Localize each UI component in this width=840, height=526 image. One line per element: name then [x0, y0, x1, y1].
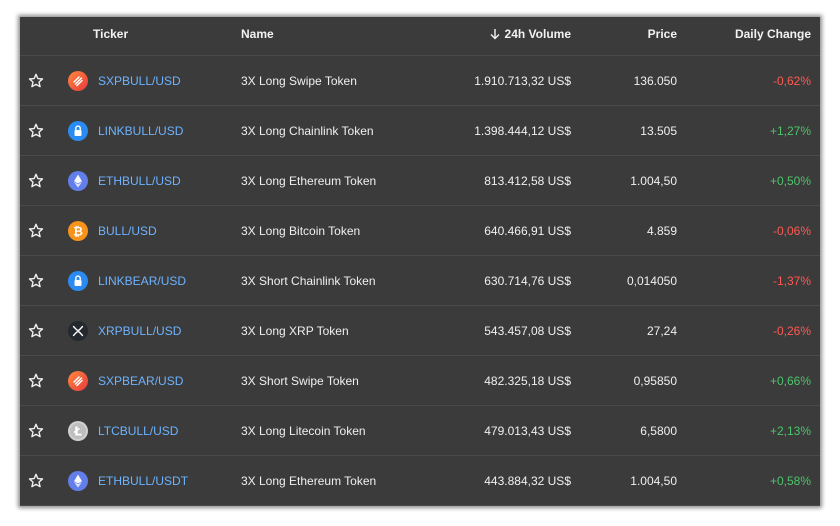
sort-descending-icon — [490, 29, 500, 40]
ticker-link[interactable]: ETHBULL/USDT — [98, 474, 188, 488]
svg-text:₿: ₿ — [73, 224, 83, 238]
daily-change-value: -0,62% — [772, 74, 811, 88]
ticker-link[interactable]: LTCBULL/USD — [98, 424, 178, 438]
table-row[interactable]: Ł LTCBULL/USD 3X Long Litecoin Token 479.01… — [20, 406, 820, 456]
daily-change-value: -1,37% — [772, 274, 811, 288]
table-row[interactable]: LINKBULL/USD 3X Long Chainlink Token 1.398… — [20, 106, 820, 156]
ticker-link[interactable]: SXPBULL/USD — [98, 74, 181, 88]
column-header-volume-label: 24h Volume — [504, 27, 571, 41]
price-value: 1.004,50 — [630, 174, 677, 188]
volume-value: 630.714,76 US$ — [484, 274, 571, 288]
column-header-ticker[interactable]: Ticker — [93, 27, 128, 41]
column-header-price[interactable]: Price — [648, 27, 677, 41]
ticker-link[interactable]: SXPBEAR/USD — [98, 374, 183, 388]
token-name: 3X Long Ethereum Token — [241, 474, 377, 488]
ticker-link[interactable]: LINKBULL/USD — [98, 124, 183, 138]
column-header-volume[interactable]: 24h Volume — [489, 27, 571, 41]
ticker-link[interactable]: ETHBULL/USD — [98, 174, 181, 188]
favorite-star-icon[interactable] — [28, 373, 44, 389]
daily-change-value: +1,27% — [769, 124, 811, 138]
bitcoin-icon: ₿ — [68, 221, 88, 241]
swipe-icon — [68, 371, 88, 391]
volume-value: 482.325,18 US$ — [484, 374, 571, 388]
table-row[interactable]: ₿ BULL/USD 3X Long Bitcoin Token 640.466,91… — [20, 206, 820, 256]
column-header-name[interactable]: Name — [241, 27, 274, 41]
daily-change-value: +0,58% — [769, 474, 811, 488]
token-name: 3X Long Chainlink Token — [241, 124, 374, 138]
ethereum-icon — [68, 471, 88, 491]
market-table: Ticker Name 24h Volume Price Daily Chang… — [20, 17, 820, 506]
daily-change-value: +2,13% — [769, 424, 811, 438]
price-value: 13.505 — [640, 124, 677, 138]
swipe-icon — [68, 71, 88, 91]
price-value: 6,5800 — [640, 424, 677, 438]
token-name: 3X Long Swipe Token — [241, 74, 357, 88]
table-row[interactable]: SXPBULL/USD 3X Long Swipe Token 1.910.713,… — [20, 56, 820, 106]
ethereum-icon — [68, 171, 88, 191]
favorite-star-icon[interactable] — [28, 123, 44, 139]
daily-change-value: -0,26% — [772, 324, 811, 338]
table-row[interactable]: XRPBULL/USD 3X Long XRP Token 543.457,08 U… — [20, 306, 820, 356]
daily-change-value: +0,66% — [769, 374, 811, 388]
ticker-link[interactable]: BULL/USD — [98, 224, 157, 238]
favorite-star-icon[interactable] — [28, 73, 44, 89]
volume-value: 640.466,91 US$ — [484, 224, 571, 238]
daily-change-value: -0,06% — [772, 224, 811, 238]
favorite-star-icon[interactable] — [28, 273, 44, 289]
table-row[interactable]: ETHBULL/USD 3X Long Ethereum Token 813.412… — [20, 156, 820, 206]
favorite-star-icon[interactable] — [28, 323, 44, 339]
ticker-link[interactable]: LINKBEAR/USD — [98, 274, 186, 288]
token-name: 3X Long Ethereum Token — [241, 174, 377, 188]
price-value: 0,014050 — [626, 274, 677, 288]
table-row[interactable]: SXPBEAR/USD 3X Short Swipe Token 482.325,1… — [20, 356, 820, 406]
ticker-link[interactable]: XRPBULL/USD — [98, 324, 181, 338]
column-header-daily-change[interactable]: Daily Change — [735, 27, 811, 41]
token-name: 3X Long Litecoin Token — [241, 424, 366, 438]
volume-value: 543.457,08 US$ — [484, 324, 571, 338]
chainlink-icon — [68, 271, 88, 291]
volume-value: 813.412,58 US$ — [484, 174, 571, 188]
litecoin-icon: Ł — [68, 421, 88, 441]
token-name: 3X Long XRP Token — [241, 324, 349, 338]
favorite-star-icon[interactable] — [28, 223, 44, 239]
price-value: 27,24 — [646, 324, 677, 338]
volume-value: 479.013,43 US$ — [484, 424, 571, 438]
token-name: 3X Short Chainlink Token — [241, 274, 376, 288]
daily-change-value: +0,50% — [769, 174, 811, 188]
table-row[interactable]: ETHBULL/USDT 3X Long Ethereum Token 443.88… — [20, 456, 820, 506]
table-row[interactable]: LINKBEAR/USD 3X Short Chainlink Token 630.… — [20, 256, 820, 306]
favorite-star-icon[interactable] — [28, 473, 44, 489]
price-value: 0,95850 — [633, 374, 677, 388]
price-value: 1.004,50 — [630, 474, 677, 488]
favorite-star-icon[interactable] — [28, 423, 44, 439]
volume-value: 1.910.713,32 US$ — [474, 74, 571, 88]
token-name: 3X Long Bitcoin Token — [241, 224, 361, 238]
price-value: 4.859 — [646, 224, 677, 238]
price-value: 136.050 — [633, 74, 677, 88]
table-body: SXPBULL/USD 3X Long Swipe Token 1.910.713,… — [20, 56, 820, 506]
table-header: Ticker Name 24h Volume Price Daily Chang… — [20, 17, 820, 56]
favorite-star-icon[interactable] — [28, 173, 44, 189]
token-name: 3X Short Swipe Token — [241, 374, 359, 388]
volume-value: 1.398.444,12 US$ — [474, 124, 571, 138]
chainlink-icon — [68, 121, 88, 141]
svg-text:Ł: Ł — [73, 424, 82, 438]
xrp-icon — [68, 321, 88, 341]
volume-value: 443.884,32 US$ — [484, 474, 571, 488]
